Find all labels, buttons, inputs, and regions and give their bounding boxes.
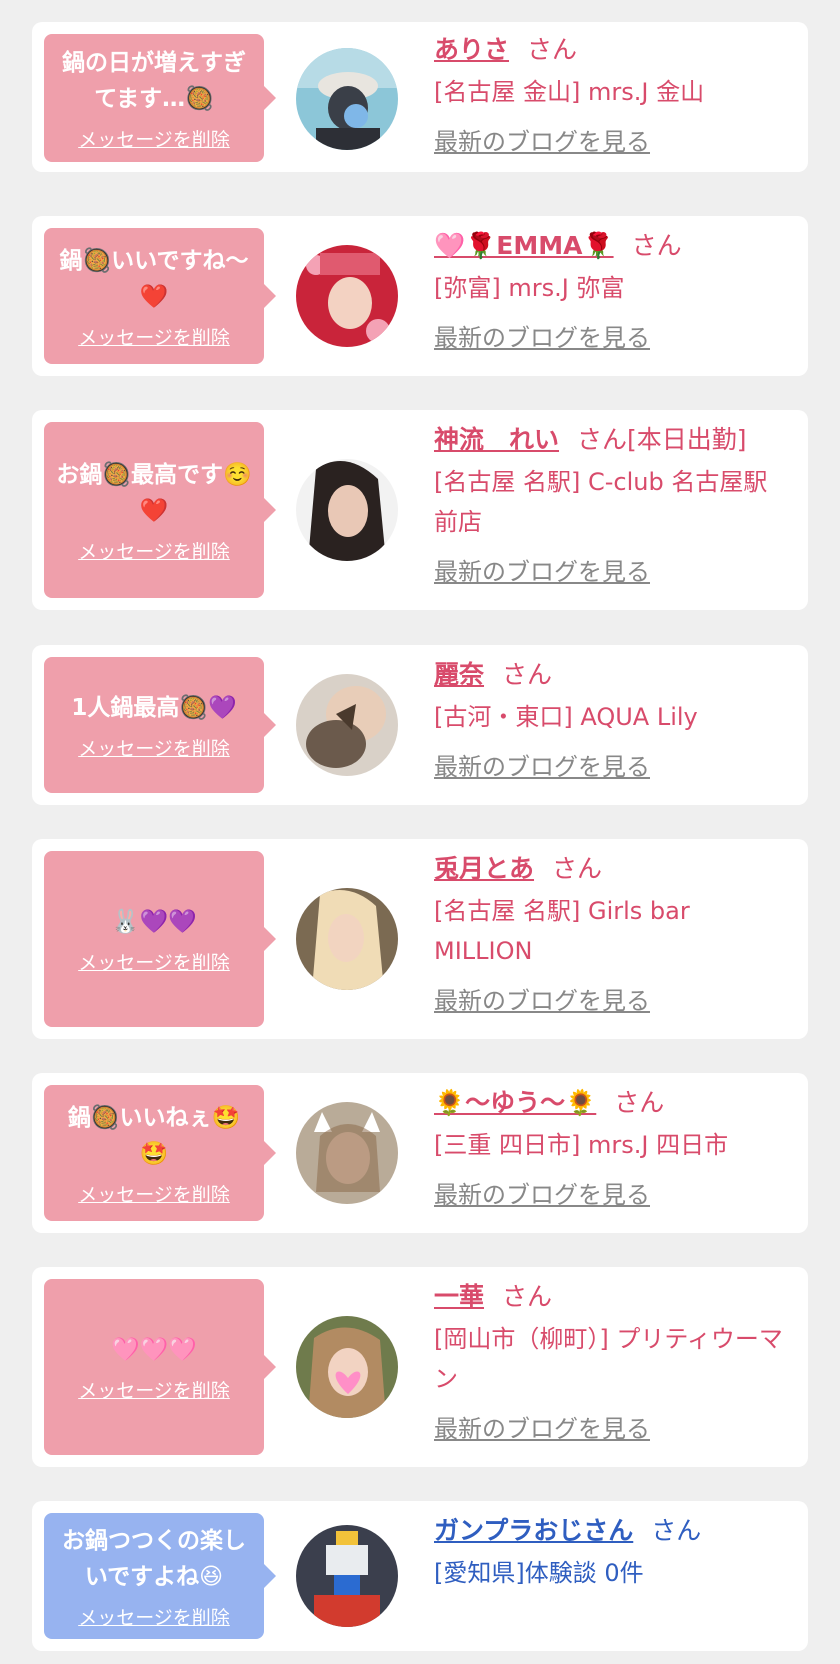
honorific: さん[本日出勤] [577, 425, 747, 454]
avatar[interactable] [296, 1316, 398, 1418]
message-card: 🐰💜💜 メッセージを削除 兎月とあ さん [名古屋 名駅] Girls bar M… [32, 839, 808, 1039]
message-text: お鍋🥘最高です☺️❤️ [56, 461, 252, 524]
delete-message-link[interactable]: メッセージを削除 [78, 537, 230, 564]
delete-message-link[interactable]: メッセージを削除 [78, 1180, 230, 1207]
view-blog-link[interactable]: 最新のブログを見る [434, 1409, 784, 1444]
shop-text: [三重 四日市] mrs.J 四日市 [434, 1131, 729, 1159]
message-list: 鍋の日が増えすぎてます…🥘 メッセージを削除 ありさ さん [名古屋 金山] mr… [0, 0, 840, 1664]
honorific: さん [614, 1088, 665, 1117]
profile-name-link[interactable]: 麗奈 [434, 660, 484, 689]
profile-name-link[interactable]: 一華 [434, 1282, 484, 1311]
message-text: お鍋つつくの楽しいですよね😆 [62, 1527, 246, 1590]
delete-message-link[interactable]: メッセージを削除 [78, 948, 230, 975]
profile-info: 🩷🌹EMMA🌹 さん [弥富] mrs.J 弥富 最新のブログを見る [434, 230, 784, 353]
profile-name-link[interactable]: 🌻〜ゆう〜🌻 [434, 1088, 596, 1117]
delete-message-link[interactable]: メッセージを削除 [78, 125, 230, 152]
message-card: 1人鍋最高🥘💜 メッセージを削除 麗奈 さん [古河・東口] AQUA Lily … [32, 645, 808, 805]
delete-message-link[interactable]: メッセージを削除 [78, 734, 230, 761]
delete-message-link[interactable]: メッセージを削除 [78, 323, 230, 350]
message-card: 鍋🥘いいですね〜❤️ メッセージを削除 🩷🌹EMMA🌹 さん [弥富] mrs.J… [32, 216, 808, 376]
honorific: さん [631, 231, 682, 260]
profile-info: ありさ さん [名古屋 金山] mrs.J 金山 最新のブログを見る [434, 34, 784, 157]
view-blog-link[interactable]: 最新のブログを見る [434, 747, 784, 782]
message-text: 🩷🩷🩷 [111, 1336, 197, 1363]
honorific: さん [527, 35, 578, 64]
message-bubble: 🩷🩷🩷 メッセージを削除 [44, 1279, 276, 1455]
profile-name-link[interactable]: ガンプラおじさん [434, 1516, 633, 1545]
honorific: さん [502, 660, 553, 689]
message-bubble: 鍋の日が増えすぎてます…🥘 メッセージを削除 [44, 34, 276, 162]
profile-info: 麗奈 さん [古河・東口] AQUA Lily 最新のブログを見る [434, 659, 784, 782]
avatar[interactable] [296, 459, 398, 561]
honorific: さん [651, 1516, 702, 1545]
profile-info: 一華 さん [岡山市（柳町）] プリティウーマン 最新のブログを見る [434, 1281, 784, 1444]
message-card: お鍋🥘最高です☺️❤️ メッセージを削除 神流 れい さん[本日出勤] [名古屋 … [32, 410, 808, 610]
message-card: お鍋つつくの楽しいですよね😆 メッセージを削除 ガンプラおじさん さん [愛知県]… [32, 1501, 808, 1651]
shop-text: [古河・東口] AQUA Lily [434, 703, 698, 731]
shop-text: [弥富] mrs.J 弥富 [434, 274, 625, 302]
avatar[interactable] [296, 245, 398, 347]
avatar[interactable] [296, 674, 398, 776]
honorific: さん [502, 1282, 553, 1311]
message-text: 1人鍋最高🥘💜 [71, 694, 237, 721]
view-blog-link[interactable]: 最新のブログを見る [434, 1175, 784, 1210]
message-card: 鍋の日が増えすぎてます…🥘 メッセージを削除 ありさ さん [名古屋 金山] mr… [32, 22, 808, 172]
shop-text: [名古屋 名駅] C-club 名古屋駅前店 [434, 468, 768, 536]
avatar[interactable] [296, 1525, 398, 1627]
avatar[interactable] [296, 1102, 398, 1204]
avatar[interactable] [296, 48, 398, 150]
delete-message-link[interactable]: メッセージを削除 [78, 1376, 230, 1403]
view-blog-link[interactable]: 最新のブログを見る [434, 122, 784, 157]
shop-text: [名古屋 金山] mrs.J 金山 [434, 78, 705, 106]
message-bubble: お鍋つつくの楽しいですよね😆 メッセージを削除 [44, 1513, 276, 1639]
profile-name-link[interactable]: ありさ [434, 35, 509, 64]
message-bubble: 1人鍋最高🥘💜 メッセージを削除 [44, 657, 276, 793]
avatar[interactable] [296, 888, 398, 990]
message-text: 鍋🥘いいねぇ🤩🤩 [67, 1104, 241, 1167]
profile-info: ガンプラおじさん さん [愛知県]体験談 0件 [434, 1515, 784, 1593]
message-text: 鍋の日が増えすぎてます…🥘 [62, 49, 246, 112]
message-bubble: 🐰💜💜 メッセージを削除 [44, 851, 276, 1027]
message-text: 鍋🥘いいですね〜❤️ [59, 247, 249, 310]
honorific: さん [552, 854, 603, 883]
view-blog-link[interactable]: 最新のブログを見る [434, 318, 784, 353]
message-bubble: 鍋🥘いいですね〜❤️ メッセージを削除 [44, 228, 276, 364]
profile-name-link[interactable]: 兎月とあ [434, 854, 534, 883]
shop-text: [名古屋 名駅] Girls bar MILLION [434, 897, 690, 965]
delete-message-link[interactable]: メッセージを削除 [78, 1603, 230, 1630]
view-blog-link[interactable]: 最新のブログを見る [434, 981, 784, 1016]
message-card: 鍋🥘いいねぇ🤩🤩 メッセージを削除 🌻〜ゆう〜🌻 さん [三重 四日市] mrs.… [32, 1073, 808, 1233]
shop-text: [岡山市（柳町）] プリティウーマン [434, 1325, 783, 1393]
message-text: 🐰💜💜 [111, 908, 197, 935]
profile-info: 🌻〜ゆう〜🌻 さん [三重 四日市] mrs.J 四日市 最新のブログを見る [434, 1087, 784, 1210]
profile-info: 兎月とあ さん [名古屋 名駅] Girls bar MILLION 最新のブログ… [434, 853, 784, 1016]
view-blog-link[interactable]: 最新のブログを見る [434, 552, 784, 587]
message-bubble: 鍋🥘いいねぇ🤩🤩 メッセージを削除 [44, 1085, 276, 1221]
profile-name-link[interactable]: 神流 れい [434, 425, 559, 454]
message-bubble: お鍋🥘最高です☺️❤️ メッセージを削除 [44, 422, 276, 598]
message-card: 🩷🩷🩷 メッセージを削除 一華 さん [岡山市（柳町）] プリティウーマン 最新の… [32, 1267, 808, 1467]
profile-name-link[interactable]: 🩷🌹EMMA🌹 [434, 231, 614, 260]
profile-info: 神流 れい さん[本日出勤] [名古屋 名駅] C-club 名古屋駅前店 最新の… [434, 424, 784, 587]
shop-text: [愛知県]体験談 0件 [434, 1559, 644, 1587]
